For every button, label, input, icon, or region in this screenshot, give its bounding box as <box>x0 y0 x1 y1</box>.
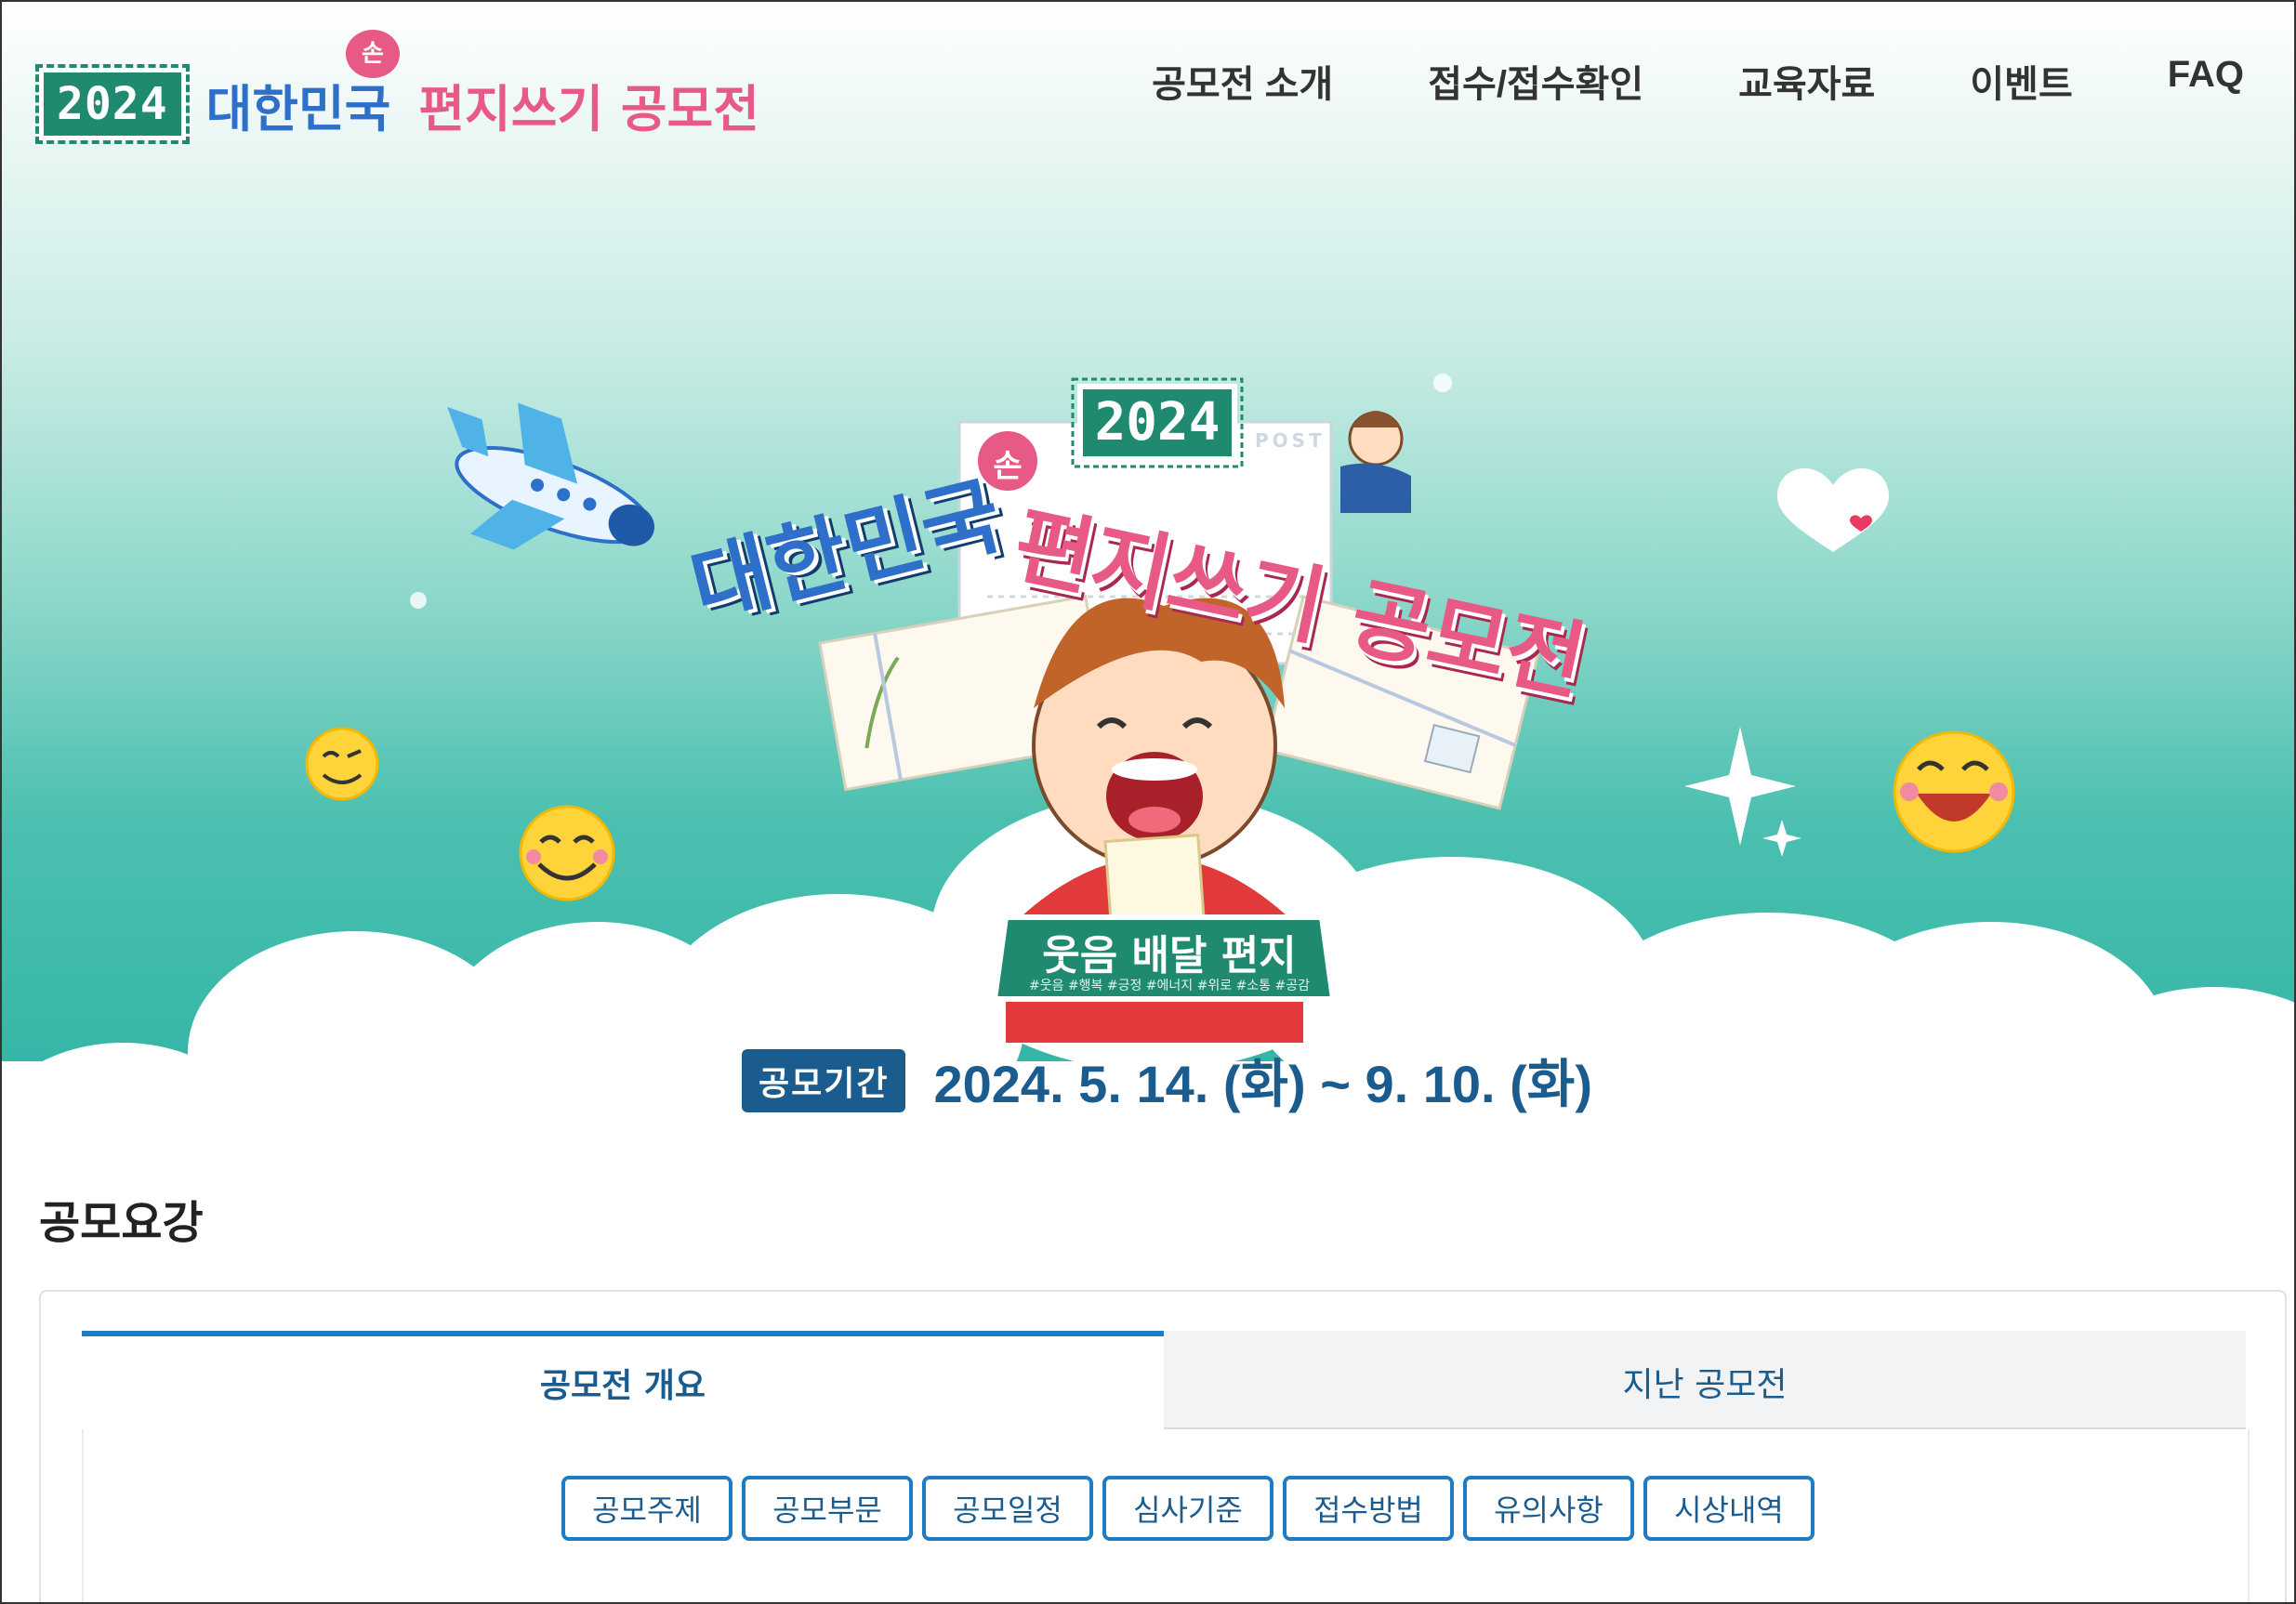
sparkle-dot <box>1433 374 1452 392</box>
subnav-criteria-button[interactable]: 심사기준 <box>1102 1476 1273 1541</box>
period-label-badge: 공모기간 <box>742 1048 906 1112</box>
airplane-icon <box>446 402 655 550</box>
smile-emoji-icon <box>519 805 615 901</box>
nav-item-submission[interactable]: 접수/접수확인 <box>1428 54 1643 108</box>
section-title: 공모요강 <box>39 1197 204 1249</box>
main-nav: 공모전 소개 접수/접수확인 교육자료 이벤트 FAQ <box>1152 54 2244 108</box>
guideline-card: 공모전 개요 지난 공모전 공모주제 공모부문 공모일정 심사기준 접수방법 유… <box>39 1290 2287 1602</box>
sparkle-icon <box>1684 727 1801 857</box>
heart-icon <box>1777 468 1889 552</box>
nav-item-about[interactable]: 공모전 소개 <box>1152 54 1333 108</box>
nav-item-education[interactable]: 교육자료 <box>1738 54 1875 108</box>
site-header: 2024 대한민국 손 편지쓰기 공모전 공모전 소개 접수/접수확인 교육자료… <box>2 2 2294 188</box>
sparkle-dot <box>410 592 427 609</box>
hero-banner: 2024 POST 손 대한민국 편지쓰기 공모전 웃음 배달 편지 #웃음 #… <box>2 2 2294 1136</box>
subnav-category-button[interactable]: 공모부문 <box>742 1476 913 1541</box>
subnav-theme-button[interactable]: 공모주제 <box>561 1476 732 1541</box>
subnav-schedule-button[interactable]: 공모일정 <box>922 1476 1093 1541</box>
tab-past-contests[interactable]: 지난 공모전 <box>1164 1331 2246 1429</box>
period-row: 공모기간 2024. 5. 14. (화) ~ 9. 10. (화) <box>742 1043 1592 1118</box>
site-logo[interactable]: 2024 대한민국 손 편지쓰기 공모전 <box>35 30 759 151</box>
hero-theme: 웃음 배달 편지 <box>1042 932 1297 979</box>
period-text: 2024. 5. 14. (화) ~ 9. 10. (화) <box>933 1055 1592 1113</box>
page: 2024 POST 손 대한민국 편지쓰기 공모전 웃음 배달 편지 #웃음 #… <box>0 0 2296 1604</box>
tab-overview[interactable]: 공모전 개요 <box>82 1331 1164 1429</box>
nav-item-faq[interactable]: FAQ <box>2168 54 2244 108</box>
subnav-notes-button[interactable]: 유의사항 <box>1463 1476 1634 1541</box>
subnav: 공모주제 공모부문 공모일정 심사기준 접수방법 유의사항 시상내역 <box>561 1476 1814 1541</box>
subnav-awards-button[interactable]: 시상내역 <box>1643 1476 1814 1541</box>
nav-item-event[interactable]: 이벤트 <box>1970 54 2072 108</box>
post-stamp-text: POST <box>1255 429 1326 452</box>
logo-year-badge: 2024 <box>35 64 190 144</box>
tab-panel: 공모주제 공모부문 공모일정 심사기준 접수방법 유의사항 시상내역 <box>82 1429 2250 1602</box>
hero-year-text: 2024 <box>1094 392 1221 453</box>
hero-hashtags: #웃음 #행복 #긍정 #에너지 #위로 #소통 #공감 <box>1028 979 1310 993</box>
small-boy-character <box>1340 411 1411 513</box>
logo-title-pink: 편지쓰기 공모전 <box>418 79 759 138</box>
logo-title-blue: 대한민국 <box>205 79 391 138</box>
logo-hand-badge: 손 <box>346 30 400 78</box>
wink-emoji-icon <box>305 727 379 801</box>
subnav-method-button[interactable]: 접수방법 <box>1283 1476 1454 1541</box>
tab-bar: 공모전 개요 지난 공모전 <box>82 1331 2246 1429</box>
laugh-emoji-icon <box>1893 730 2015 853</box>
